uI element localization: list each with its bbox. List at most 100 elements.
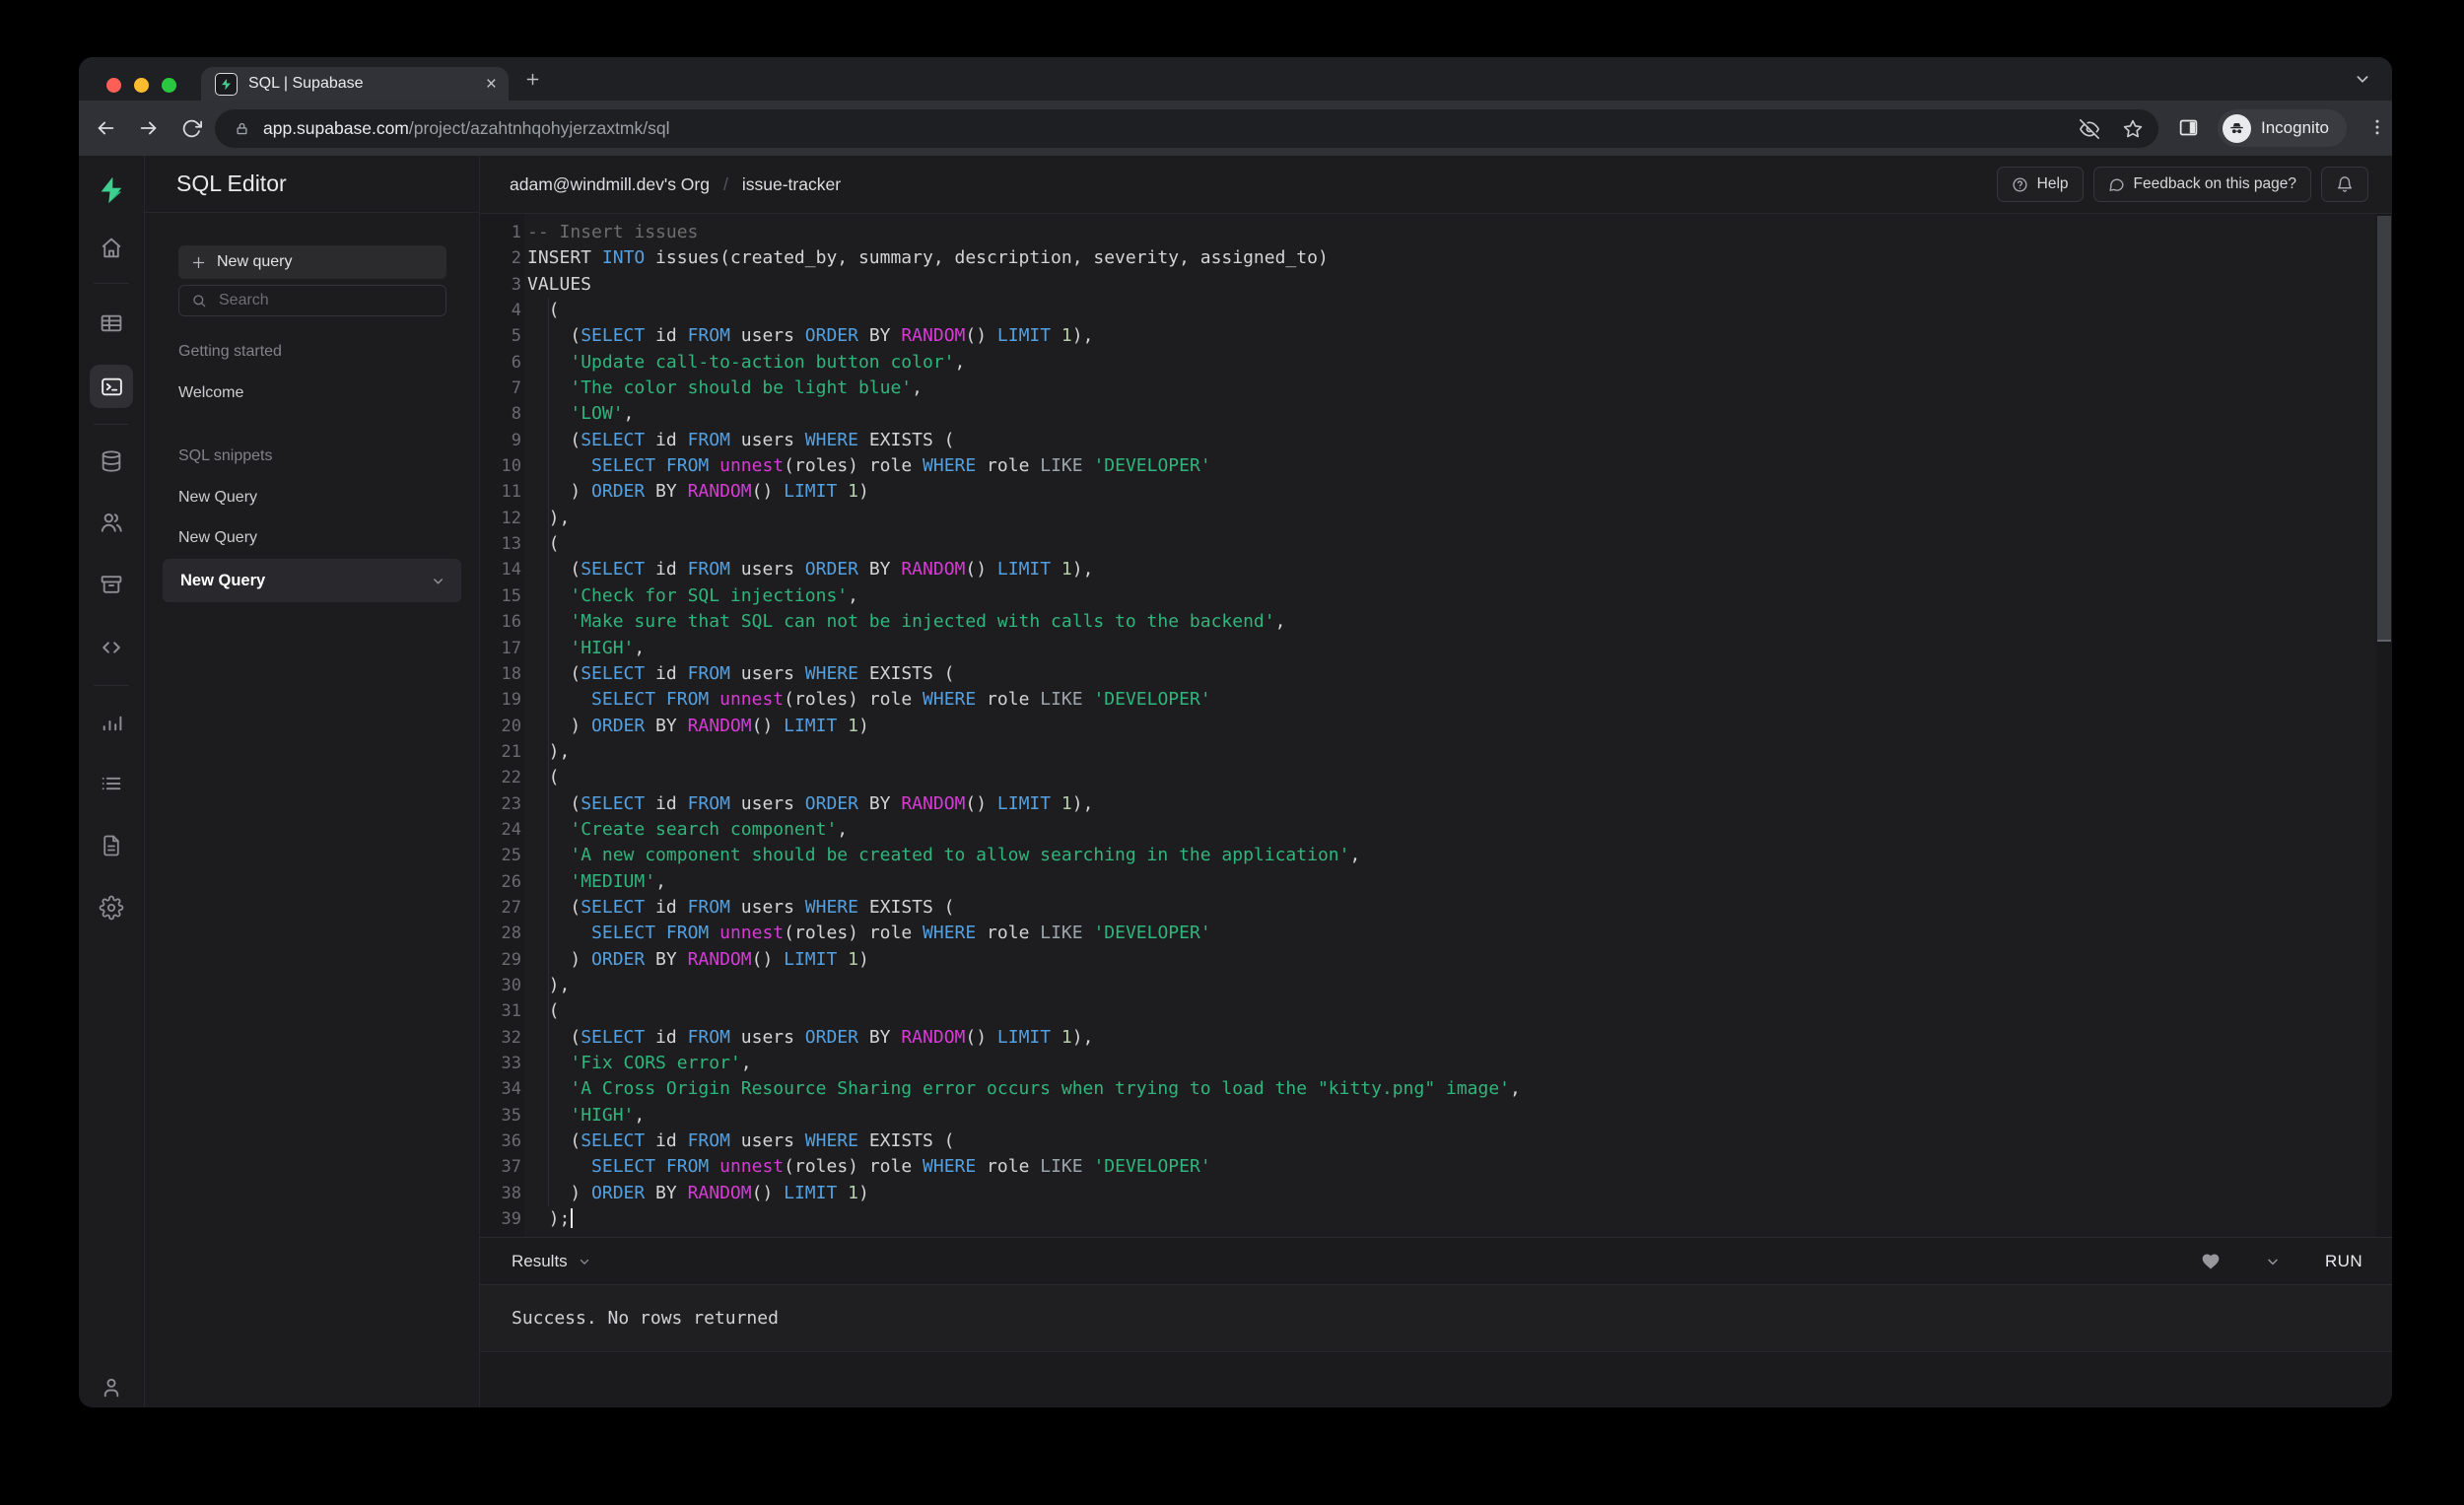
browser-tab[interactable]: SQL | Supabase × bbox=[201, 67, 509, 101]
incognito-badge[interactable]: Incognito bbox=[2218, 109, 2347, 147]
new-tab-button[interactable] bbox=[524, 71, 541, 88]
url-domain: app.supabase.com bbox=[263, 118, 409, 138]
eye-off-icon[interactable] bbox=[2080, 118, 2099, 139]
editor-scrollbar-track[interactable] bbox=[2376, 214, 2392, 1237]
code-line[interactable]: 2 INSERT INTO issues(created_by, summary,… bbox=[480, 245, 2392, 271]
edge-functions-icon[interactable] bbox=[100, 636, 124, 660]
code-line[interactable]: 30 ), bbox=[480, 973, 2392, 998]
rail-divider bbox=[94, 685, 129, 686]
sidebar-item-snippet-selected[interactable]: New Query bbox=[163, 559, 461, 602]
code-line[interactable]: 8 'LOW', bbox=[480, 401, 2392, 427]
help-button[interactable]: Help bbox=[1996, 167, 2084, 202]
bookmark-star-icon[interactable] bbox=[2123, 119, 2143, 139]
code-line[interactable]: 25 'A new component should be created to… bbox=[480, 843, 2392, 868]
line-number: 30 bbox=[501, 975, 521, 995]
sql-editor-icon[interactable] bbox=[90, 365, 133, 408]
code-line[interactable]: 35 'HIGH', bbox=[480, 1103, 2392, 1129]
zoom-window-button[interactable] bbox=[162, 78, 176, 93]
code-line[interactable]: 4 ( bbox=[480, 298, 2392, 323]
code-line[interactable]: 33 'Fix CORS error', bbox=[480, 1051, 2392, 1076]
editor-scrollbar-thumb[interactable] bbox=[2377, 216, 2391, 642]
back-button[interactable] bbox=[95, 117, 116, 139]
code-line[interactable]: 9 (SELECT id FROM users WHERE EXISTS ( bbox=[480, 428, 2392, 453]
selected-snippet-label: New Query bbox=[180, 571, 266, 589]
results-tab[interactable]: Results bbox=[512, 1252, 591, 1271]
code-line[interactable]: 5 (SELECT id FROM users ORDER BY RANDOM(… bbox=[480, 323, 2392, 349]
code-line[interactable]: 21 ), bbox=[480, 739, 2392, 765]
account-icon[interactable] bbox=[100, 1376, 124, 1401]
code-line[interactable]: 26 'MEDIUM', bbox=[480, 869, 2392, 895]
code-line[interactable]: 32 (SELECT id FROM users ORDER BY RANDOM… bbox=[480, 1025, 2392, 1051]
code-line[interactable]: 19 SELECT FROM unnest(roles) role WHERE … bbox=[480, 687, 2392, 713]
chevron-down-icon[interactable] bbox=[431, 574, 445, 588]
code-line[interactable]: 7 'The color should be light blue', bbox=[480, 376, 2392, 401]
table-editor-icon[interactable] bbox=[100, 311, 124, 336]
code-line[interactable]: 29 ) ORDER BY RANDOM() LIMIT 1) bbox=[480, 947, 2392, 973]
breadcrumb-project[interactable]: issue-tracker bbox=[742, 174, 841, 195]
logs-icon[interactable] bbox=[100, 772, 124, 796]
home-icon[interactable] bbox=[100, 237, 124, 261]
chevron-down-icon bbox=[578, 1255, 591, 1268]
code-line[interactable]: 34 'A Cross Origin Resource Sharing erro… bbox=[480, 1076, 2392, 1102]
new-query-button[interactable]: New query bbox=[178, 245, 446, 279]
code-line[interactable]: 13 ( bbox=[480, 531, 2392, 557]
address-bar[interactable]: app.supabase.com/project/azahtnhqohyjerz… bbox=[215, 109, 2158, 148]
settings-icon[interactable] bbox=[99, 895, 124, 921]
database-icon[interactable] bbox=[100, 449, 124, 474]
reload-button[interactable] bbox=[181, 118, 202, 139]
side-panel-icon[interactable] bbox=[2178, 117, 2199, 138]
sidebar-item-welcome[interactable]: Welcome bbox=[178, 384, 243, 402]
code-line[interactable]: 14 (SELECT id FROM users ORDER BY RANDOM… bbox=[480, 557, 2392, 582]
code-line[interactable]: 24 'Create search component', bbox=[480, 817, 2392, 843]
forward-button[interactable] bbox=[138, 117, 160, 139]
code-line[interactable]: 27 (SELECT id FROM users WHERE EXISTS ( bbox=[480, 895, 2392, 921]
line-number: 38 bbox=[501, 1183, 521, 1203]
code-line[interactable]: 36 (SELECT id FROM users WHERE EXISTS ( bbox=[480, 1129, 2392, 1154]
sidebar-item-snippet[interactable]: New Query bbox=[178, 489, 257, 507]
code-line[interactable]: 28 SELECT FROM unnest(roles) role WHERE … bbox=[480, 921, 2392, 946]
search-input[interactable] bbox=[217, 291, 418, 310]
code-line[interactable]: 10 SELECT FROM unnest(roles) role WHERE … bbox=[480, 453, 2392, 479]
sidebar-item-snippet[interactable]: New Query bbox=[178, 529, 257, 547]
api-docs-icon[interactable] bbox=[100, 834, 123, 857]
code-line[interactable]: 20 ) ORDER BY RANDOM() LIMIT 1) bbox=[480, 714, 2392, 739]
line-number: 28 bbox=[501, 924, 521, 944]
code-line[interactable]: 6 'Update call-to-action button color', bbox=[480, 350, 2392, 376]
code-line[interactable]: 17 'HIGH', bbox=[480, 636, 2392, 661]
close-window-button[interactable] bbox=[106, 78, 121, 93]
code-line[interactable]: 12 ), bbox=[480, 506, 2392, 531]
tab-search-chevron-icon[interactable] bbox=[2355, 71, 2370, 87]
code-line[interactable]: 1 -- Insert issues bbox=[480, 220, 2392, 245]
run-button[interactable]: RUN bbox=[2325, 1252, 2362, 1271]
tab-strip: SQL | Supabase × bbox=[79, 57, 2392, 101]
feedback-button[interactable]: Feedback on this page? bbox=[2092, 167, 2311, 202]
reports-icon[interactable] bbox=[100, 711, 124, 735]
tab-close-icon[interactable]: × bbox=[486, 75, 497, 94]
storage-icon[interactable] bbox=[100, 573, 124, 597]
code-line[interactable]: 38 ) ORDER BY RANDOM() LIMIT 1) bbox=[480, 1181, 2392, 1206]
supabase-favicon-icon bbox=[215, 72, 238, 96]
notifications-button[interactable] bbox=[2321, 167, 2368, 202]
sql-code-editor[interactable]: 1 -- Insert issues 2 INSERT INTO issues(cre… bbox=[480, 214, 2392, 1237]
favorite-heart-icon[interactable] bbox=[2201, 1252, 2221, 1271]
code-line[interactable]: 16 'Make sure that SQL can not be inject… bbox=[480, 609, 2392, 635]
code-line[interactable]: 39 ); bbox=[480, 1206, 2392, 1232]
code-line[interactable]: 18 (SELECT id FROM users WHERE EXISTS ( bbox=[480, 661, 2392, 687]
code-line[interactable]: 22 ( bbox=[480, 765, 2392, 790]
code-line[interactable]: 37 SELECT FROM unnest(roles) role WHERE … bbox=[480, 1154, 2392, 1180]
code-line[interactable]: 11 ) ORDER BY RANDOM() LIMIT 1) bbox=[480, 479, 2392, 505]
code-line[interactable]: 23 (SELECT id FROM users ORDER BY RANDOM… bbox=[480, 791, 2392, 817]
code-line[interactable]: 15 'Check for SQL injections', bbox=[480, 583, 2392, 609]
header-actions: Help Feedback on this page? bbox=[1996, 167, 2368, 202]
auth-users-icon[interactable] bbox=[99, 510, 124, 535]
breadcrumb-org[interactable]: adam@windmill.dev's Org bbox=[510, 174, 710, 195]
line-number: 29 bbox=[501, 949, 521, 970]
supabase-logo-icon[interactable] bbox=[97, 175, 126, 205]
code-lines: 1 -- Insert issues 2 INSERT INTO issues(cre… bbox=[480, 214, 2392, 1232]
browser-menu-icon[interactable] bbox=[2367, 116, 2387, 138]
code-line[interactable]: 3 VALUES bbox=[480, 272, 2392, 298]
run-options-chevron-icon[interactable] bbox=[2265, 1254, 2281, 1269]
minimize-window-button[interactable] bbox=[134, 78, 149, 93]
snippet-search[interactable] bbox=[178, 285, 446, 316]
code-line[interactable]: 31 ( bbox=[480, 998, 2392, 1024]
